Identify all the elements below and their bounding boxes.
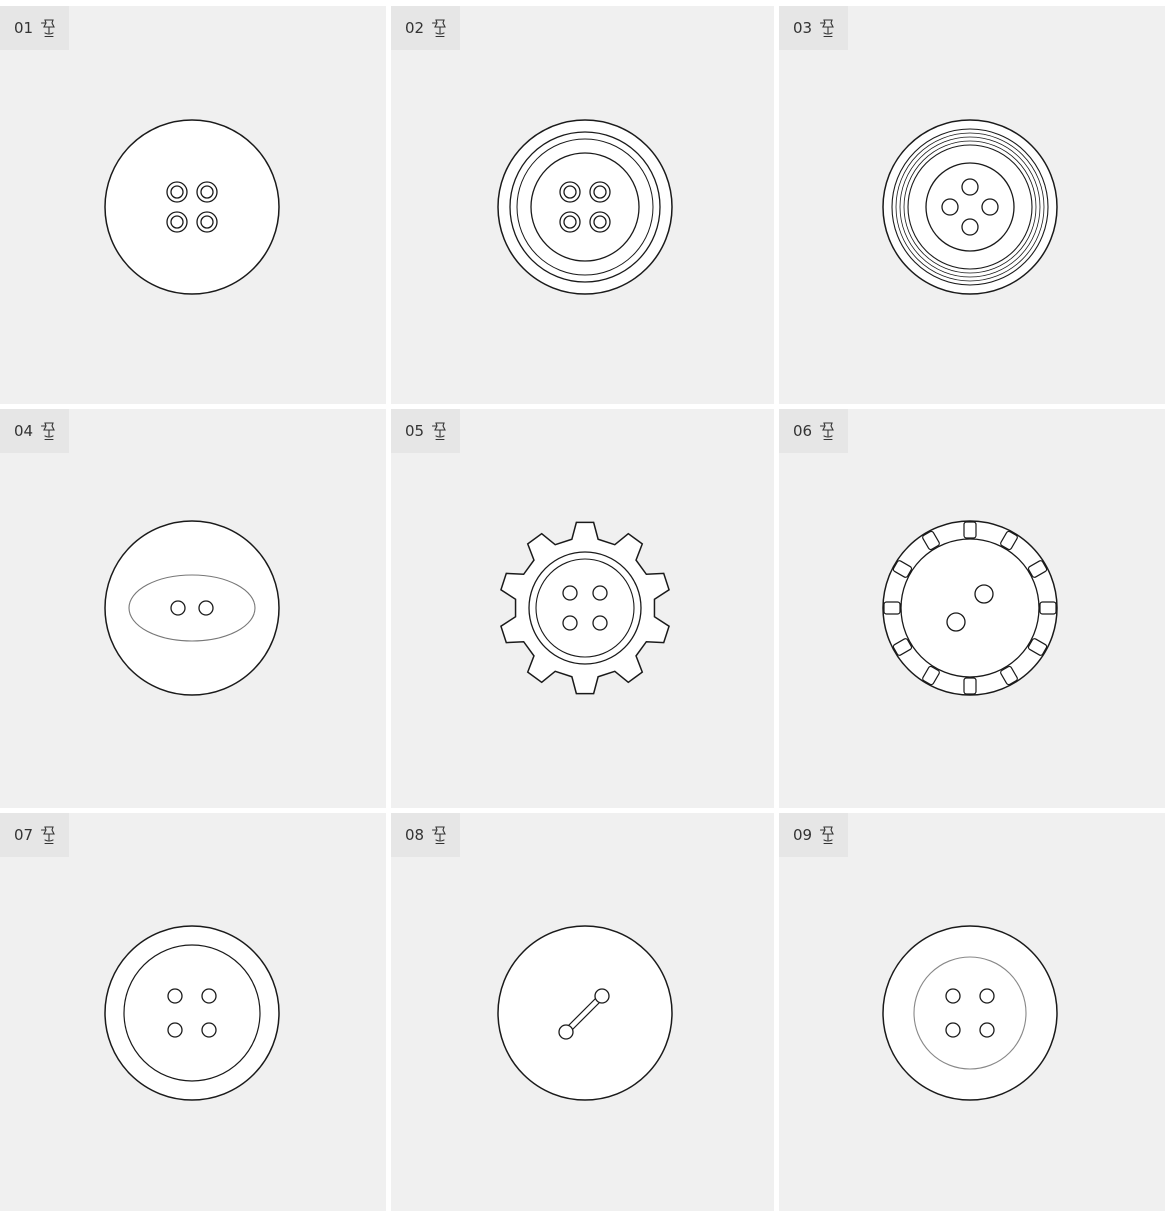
cell-07[interactable]: 07 bbox=[0, 813, 386, 1211]
cell-number: 04 bbox=[14, 422, 34, 440]
pin-icon[interactable] bbox=[432, 421, 448, 441]
rim-notch bbox=[883, 601, 901, 615]
cell-06[interactable]: 06 bbox=[779, 409, 1165, 808]
rim-notch bbox=[1039, 601, 1057, 615]
cell-number: 09 bbox=[793, 826, 813, 844]
button-illustration bbox=[882, 119, 1058, 295]
cell-number: 03 bbox=[793, 19, 813, 37]
rim-notch bbox=[963, 521, 977, 539]
cell-tag: 07 bbox=[0, 813, 70, 857]
button-illustration bbox=[497, 925, 673, 1101]
pin-icon[interactable] bbox=[41, 18, 57, 38]
cell-tag: 09 bbox=[779, 813, 849, 857]
button-illustration bbox=[104, 520, 280, 696]
cell-03[interactable]: 03 bbox=[779, 6, 1165, 404]
cell-tag: 05 bbox=[391, 409, 461, 453]
cell-tag: 04 bbox=[0, 409, 70, 453]
cell-02[interactable]: 02 bbox=[391, 6, 774, 404]
button-illustration bbox=[497, 119, 673, 295]
pin-icon[interactable] bbox=[820, 18, 836, 38]
pin-icon[interactable] bbox=[432, 825, 448, 845]
pin-icon[interactable] bbox=[432, 18, 448, 38]
pin-icon[interactable] bbox=[41, 825, 57, 845]
rim-notch bbox=[963, 677, 977, 695]
button-illustration bbox=[104, 119, 280, 295]
cell-05[interactable]: 05 bbox=[391, 409, 774, 808]
cell-tag: 03 bbox=[779, 6, 849, 50]
pin-icon[interactable] bbox=[41, 421, 57, 441]
cell-04[interactable]: 04 bbox=[0, 409, 386, 808]
cell-08[interactable]: 08 bbox=[391, 813, 774, 1211]
button-illustration bbox=[104, 925, 280, 1101]
cell-tag: 02 bbox=[391, 6, 461, 50]
cell-tag: 06 bbox=[779, 409, 849, 453]
cell-tag: 08 bbox=[391, 813, 461, 857]
cell-tag: 01 bbox=[0, 6, 70, 50]
button-illustration bbox=[882, 520, 1058, 696]
cell-number: 07 bbox=[14, 826, 34, 844]
cell-01[interactable]: 01 bbox=[0, 6, 386, 404]
button-illustration bbox=[497, 520, 673, 696]
cell-number: 01 bbox=[14, 19, 34, 37]
button-gallery-grid: 01 02 03 04 05 06 07 08 09 bbox=[0, 0, 1165, 1211]
cell-number: 06 bbox=[793, 422, 813, 440]
cell-09[interactable]: 09 bbox=[779, 813, 1165, 1211]
pin-icon[interactable] bbox=[820, 825, 836, 845]
cell-number: 05 bbox=[405, 422, 425, 440]
pin-icon[interactable] bbox=[820, 421, 836, 441]
button-illustration bbox=[882, 925, 1058, 1101]
cell-number: 08 bbox=[405, 826, 425, 844]
cell-number: 02 bbox=[405, 19, 425, 37]
